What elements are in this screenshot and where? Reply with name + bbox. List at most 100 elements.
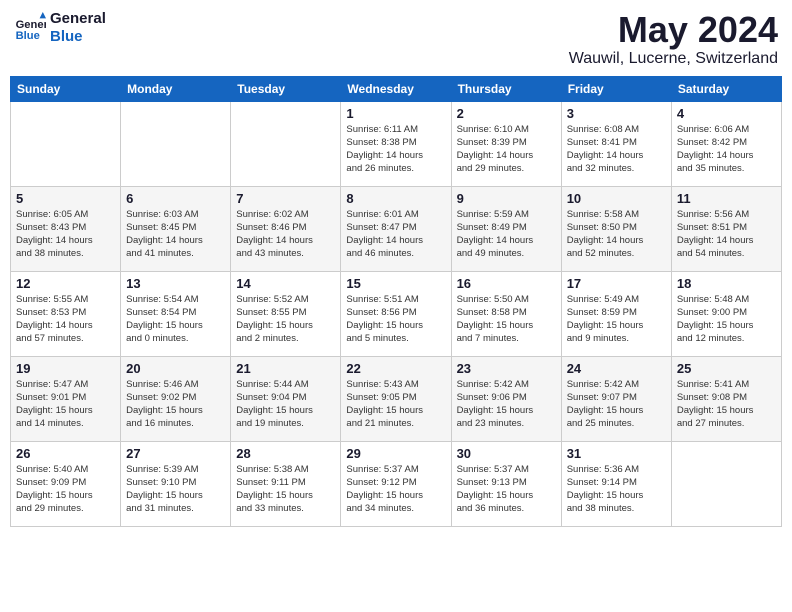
calendar-header-monday: Monday: [121, 76, 231, 101]
calendar-table: SundayMondayTuesdayWednesdayThursdayFrid…: [10, 76, 782, 527]
day-info: Sunrise: 5:47 AM Sunset: 9:01 PM Dayligh…: [16, 378, 115, 431]
day-number: 17: [567, 276, 666, 291]
day-number: 30: [457, 446, 556, 461]
day-info: Sunrise: 5:55 AM Sunset: 8:53 PM Dayligh…: [16, 293, 115, 346]
calendar-cell: 8 Sunrise: 6:01 AM Sunset: 8:47 PM Daylig…: [341, 186, 451, 271]
day-info: Sunrise: 5:39 AM Sunset: 9:10 PM Dayligh…: [126, 463, 225, 516]
day-info: Sunrise: 5:49 AM Sunset: 8:59 PM Dayligh…: [567, 293, 666, 346]
calendar-cell: 16Sunrise: 5:50 AM Sunset: 8:58 PM Dayli…: [451, 271, 561, 356]
calendar-cell: 20 Sunrise: 5:46 AM Sunset: 9:02 PM Dayli…: [121, 356, 231, 441]
calendar-cell: 31 Sunrise: 5:36 AM Sunset: 9:14 PM Dayli…: [561, 441, 671, 526]
day-number: 8: [346, 191, 445, 206]
day-number: 11: [677, 191, 776, 206]
calendar-cell: 27 Sunrise: 5:39 AM Sunset: 9:10 PM Dayli…: [121, 441, 231, 526]
calendar-cell: 2Sunrise: 6:10 AM Sunset: 8:39 PM Daylig…: [451, 101, 561, 186]
calendar-cell: 25Sunrise: 5:41 AM Sunset: 9:08 PM Dayli…: [671, 356, 781, 441]
day-number: 3: [567, 106, 666, 121]
logo-line1: General: [50, 10, 106, 28]
day-number: 10: [567, 191, 666, 206]
calendar-cell: 29 Sunrise: 5:37 AM Sunset: 9:12 PM Dayli…: [341, 441, 451, 526]
day-info: Sunrise: 5:37 AM Sunset: 9:12 PM Dayligh…: [346, 463, 445, 516]
calendar-cell: [231, 101, 341, 186]
calendar-header-wednesday: Wednesday: [341, 76, 451, 101]
calendar-header-friday: Friday: [561, 76, 671, 101]
calendar-week-row: 1 Sunrise: 6:11 AM Sunset: 8:38 PM Daylig…: [11, 101, 782, 186]
calendar-cell: 19 Sunrise: 5:47 AM Sunset: 9:01 PM Dayli…: [11, 356, 121, 441]
day-info: Sunrise: 5:42 AM Sunset: 9:07 PM Dayligh…: [567, 378, 666, 431]
calendar-header-saturday: Saturday: [671, 76, 781, 101]
calendar-week-row: 19 Sunrise: 5:47 AM Sunset: 9:01 PM Dayli…: [11, 356, 782, 441]
calendar-cell: 9Sunrise: 5:59 AM Sunset: 8:49 PM Daylig…: [451, 186, 561, 271]
day-info: Sunrise: 6:06 AM Sunset: 8:42 PM Dayligh…: [677, 123, 776, 176]
svg-text:General: General: [16, 19, 46, 31]
calendar-cell: 24 Sunrise: 5:42 AM Sunset: 9:07 PM Dayli…: [561, 356, 671, 441]
day-number: 24: [567, 361, 666, 376]
logo-icon: General Blue: [14, 12, 46, 44]
calendar-cell: [11, 101, 121, 186]
title-block: May 2024 Wauwil, Lucerne, Switzerland: [569, 10, 778, 68]
day-number: 1: [346, 106, 445, 121]
day-number: 18: [677, 276, 776, 291]
day-info: Sunrise: 5:43 AM Sunset: 9:05 PM Dayligh…: [346, 378, 445, 431]
day-number: 14: [236, 276, 335, 291]
svg-text:Blue: Blue: [16, 30, 40, 42]
day-number: 5: [16, 191, 115, 206]
calendar-cell: 10Sunrise: 5:58 AM Sunset: 8:50 PM Dayli…: [561, 186, 671, 271]
day-number: 13: [126, 276, 225, 291]
day-number: 4: [677, 106, 776, 121]
day-info: Sunrise: 6:01 AM Sunset: 8:47 PM Dayligh…: [346, 208, 445, 261]
calendar-cell: 26Sunrise: 5:40 AM Sunset: 9:09 PM Dayli…: [11, 441, 121, 526]
day-number: 6: [126, 191, 225, 206]
day-info: Sunrise: 5:54 AM Sunset: 8:54 PM Dayligh…: [126, 293, 225, 346]
day-number: 2: [457, 106, 556, 121]
day-number: 28: [236, 446, 335, 461]
day-number: 19: [16, 361, 115, 376]
calendar-cell: 3Sunrise: 6:08 AM Sunset: 8:41 PM Daylig…: [561, 101, 671, 186]
day-number: 15: [346, 276, 445, 291]
day-info: Sunrise: 5:48 AM Sunset: 9:00 PM Dayligh…: [677, 293, 776, 346]
day-number: 16: [457, 276, 556, 291]
day-info: Sunrise: 5:36 AM Sunset: 9:14 PM Dayligh…: [567, 463, 666, 516]
calendar-cell: [121, 101, 231, 186]
day-number: 31: [567, 446, 666, 461]
day-info: Sunrise: 5:38 AM Sunset: 9:11 PM Dayligh…: [236, 463, 335, 516]
calendar-header-row: SundayMondayTuesdayWednesdayThursdayFrid…: [11, 76, 782, 101]
calendar-cell: 18 Sunrise: 5:48 AM Sunset: 9:00 PM Dayli…: [671, 271, 781, 356]
day-number: 21: [236, 361, 335, 376]
day-number: 29: [346, 446, 445, 461]
day-number: 27: [126, 446, 225, 461]
calendar-cell: 15 Sunrise: 5:51 AM Sunset: 8:56 PM Dayli…: [341, 271, 451, 356]
day-number: 20: [126, 361, 225, 376]
logo-line2: Blue: [50, 28, 106, 46]
day-number: 22: [346, 361, 445, 376]
day-info: Sunrise: 5:51 AM Sunset: 8:56 PM Dayligh…: [346, 293, 445, 346]
calendar-cell: 11 Sunrise: 5:56 AM Sunset: 8:51 PM Dayli…: [671, 186, 781, 271]
day-number: 12: [16, 276, 115, 291]
calendar-cell: 5 Sunrise: 6:05 AM Sunset: 8:43 PM Daylig…: [11, 186, 121, 271]
day-info: Sunrise: 5:46 AM Sunset: 9:02 PM Dayligh…: [126, 378, 225, 431]
day-info: Sunrise: 5:42 AM Sunset: 9:06 PM Dayligh…: [457, 378, 556, 431]
calendar-header-thursday: Thursday: [451, 76, 561, 101]
calendar-week-row: 26Sunrise: 5:40 AM Sunset: 9:09 PM Dayli…: [11, 441, 782, 526]
day-info: Sunrise: 5:44 AM Sunset: 9:04 PM Dayligh…: [236, 378, 335, 431]
calendar-week-row: 12 Sunrise: 5:55 AM Sunset: 8:53 PM Dayli…: [11, 271, 782, 356]
day-info: Sunrise: 6:05 AM Sunset: 8:43 PM Dayligh…: [16, 208, 115, 261]
calendar-cell: 6Sunrise: 6:03 AM Sunset: 8:45 PM Daylig…: [121, 186, 231, 271]
calendar-header-tuesday: Tuesday: [231, 76, 341, 101]
day-number: 23: [457, 361, 556, 376]
page-header: General Blue General Blue May 2024 Wauwi…: [10, 10, 782, 68]
calendar-cell: 1 Sunrise: 6:11 AM Sunset: 8:38 PM Daylig…: [341, 101, 451, 186]
day-info: Sunrise: 5:52 AM Sunset: 8:55 PM Dayligh…: [236, 293, 335, 346]
logo: General Blue General Blue: [14, 10, 106, 46]
calendar-cell: 12 Sunrise: 5:55 AM Sunset: 8:53 PM Dayli…: [11, 271, 121, 356]
calendar-cell: 14 Sunrise: 5:52 AM Sunset: 8:55 PM Dayli…: [231, 271, 341, 356]
day-info: Sunrise: 6:11 AM Sunset: 8:38 PM Dayligh…: [346, 123, 445, 176]
calendar-header-sunday: Sunday: [11, 76, 121, 101]
day-info: Sunrise: 5:37 AM Sunset: 9:13 PM Dayligh…: [457, 463, 556, 516]
day-info: Sunrise: 6:02 AM Sunset: 8:46 PM Dayligh…: [236, 208, 335, 261]
month-title: May 2024: [569, 10, 778, 50]
day-number: 25: [677, 361, 776, 376]
calendar-cell: 17 Sunrise: 5:49 AM Sunset: 8:59 PM Dayli…: [561, 271, 671, 356]
calendar-cell: 7Sunrise: 6:02 AM Sunset: 8:46 PM Daylig…: [231, 186, 341, 271]
day-info: Sunrise: 5:56 AM Sunset: 8:51 PM Dayligh…: [677, 208, 776, 261]
